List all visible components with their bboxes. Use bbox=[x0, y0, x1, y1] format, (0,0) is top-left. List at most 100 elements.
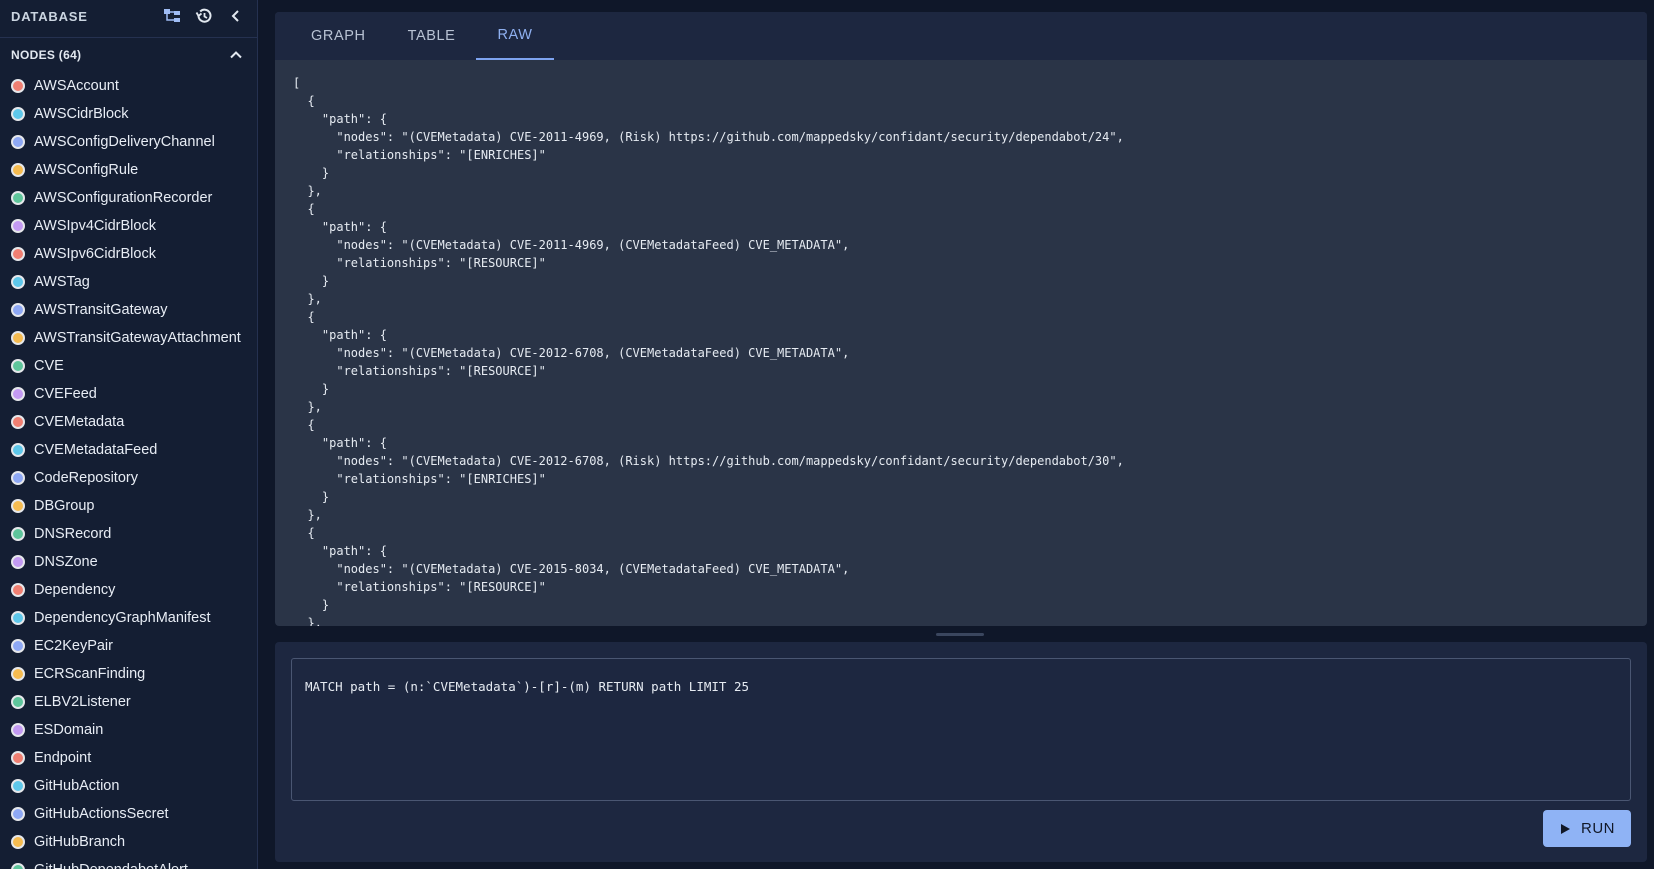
node-item[interactable]: AWSConfigDeliveryChannel bbox=[0, 128, 257, 156]
query-editor[interactable]: MATCH path = (n:`CVEMetadata`)-[r]-(m) R… bbox=[291, 658, 1631, 801]
node-color-dot bbox=[11, 863, 25, 869]
node-label: ECRScanFinding bbox=[34, 666, 146, 682]
database-sidebar: DATABASE NODES (64) AWSAccount AWSCidrBlo… bbox=[0, 0, 258, 869]
node-label: DependencyGraphManifest bbox=[34, 610, 211, 626]
node-item[interactable]: AWSTransitGatewayAttachment bbox=[0, 324, 257, 352]
node-color-dot bbox=[11, 247, 25, 261]
node-item[interactable]: CVEFeed bbox=[0, 380, 257, 408]
node-item[interactable]: AWSIpv6CidrBlock bbox=[0, 240, 257, 268]
node-label: Dependency bbox=[34, 582, 116, 598]
node-item[interactable]: CVEMetadata bbox=[0, 408, 257, 436]
node-label: AWSConfigRule bbox=[34, 162, 139, 178]
node-color-dot bbox=[11, 331, 25, 345]
node-color-dot bbox=[11, 639, 25, 653]
node-item[interactable]: DNSZone bbox=[0, 548, 257, 576]
node-label: AWSConfigDeliveryChannel bbox=[34, 134, 215, 150]
node-item[interactable]: DependencyGraphManifest bbox=[0, 604, 257, 632]
node-item[interactable]: Endpoint bbox=[0, 744, 257, 772]
tab-raw[interactable]: RAW bbox=[476, 12, 554, 60]
nodes-section-header[interactable]: NODES (64) bbox=[0, 38, 257, 72]
node-color-dot bbox=[11, 387, 25, 401]
node-color-dot bbox=[11, 723, 25, 737]
node-color-dot bbox=[11, 667, 25, 681]
play-icon bbox=[1561, 823, 1570, 834]
node-label: CVEMetadataFeed bbox=[34, 442, 158, 458]
history-icon[interactable] bbox=[194, 6, 214, 26]
node-color-dot bbox=[11, 611, 25, 625]
node-label: CVEMetadata bbox=[34, 414, 125, 430]
node-color-dot bbox=[11, 275, 25, 289]
node-color-dot bbox=[11, 443, 25, 457]
node-color-dot bbox=[11, 191, 25, 205]
node-label: Endpoint bbox=[34, 750, 92, 766]
node-item[interactable]: GitHubAction bbox=[0, 772, 257, 800]
node-color-dot bbox=[11, 471, 25, 485]
run-label: RUN bbox=[1581, 820, 1615, 837]
node-color-dot bbox=[11, 415, 25, 429]
node-color-dot bbox=[11, 835, 25, 849]
node-color-dot bbox=[11, 695, 25, 709]
node-label: DNSZone bbox=[34, 554, 98, 570]
nodes-section-title: NODES (64) bbox=[11, 48, 82, 62]
node-item[interactable]: CVEMetadataFeed bbox=[0, 436, 257, 464]
node-label: AWSConfigurationRecorder bbox=[34, 190, 213, 206]
schema-icon[interactable] bbox=[162, 6, 182, 26]
tab-table[interactable]: TABLE bbox=[387, 12, 477, 60]
node-color-dot bbox=[11, 555, 25, 569]
node-color-dot bbox=[11, 583, 25, 597]
node-label: GitHubBranch bbox=[34, 834, 126, 850]
node-item[interactable]: ECRScanFinding bbox=[0, 660, 257, 688]
node-item[interactable]: GitHubActionsSecret bbox=[0, 800, 257, 828]
node-item[interactable]: ESDomain bbox=[0, 716, 257, 744]
node-label: GitHubAction bbox=[34, 778, 120, 794]
node-label: AWSTransitGateway bbox=[34, 302, 168, 318]
chevron-up-icon[interactable] bbox=[226, 45, 246, 65]
node-item[interactable]: AWSCidrBlock bbox=[0, 100, 257, 128]
panel-resize-handle[interactable] bbox=[936, 633, 984, 636]
node-label: GitHubActionsSecret bbox=[34, 806, 169, 822]
node-item[interactable]: Dependency bbox=[0, 576, 257, 604]
node-label: CVEFeed bbox=[34, 386, 97, 402]
node-color-dot bbox=[11, 79, 25, 93]
node-label: ELBV2Listener bbox=[34, 694, 131, 710]
tab-graph[interactable]: GRAPH bbox=[290, 12, 387, 60]
query-panel: MATCH path = (n:`CVEMetadata`)-[r]-(m) R… bbox=[275, 642, 1647, 862]
node-label: AWSIpv6CidrBlock bbox=[34, 246, 156, 262]
node-label: AWSAccount bbox=[34, 78, 119, 94]
node-color-dot bbox=[11, 303, 25, 317]
node-item[interactable]: CVE bbox=[0, 352, 257, 380]
node-label: CVE bbox=[34, 358, 64, 374]
raw-json-output[interactable]: [ { "path": { "nodes": "(CVEMetadata) CV… bbox=[275, 60, 1647, 626]
node-item[interactable]: CodeRepository bbox=[0, 464, 257, 492]
node-color-dot bbox=[11, 807, 25, 821]
node-item[interactable]: AWSAccount bbox=[0, 72, 257, 100]
node-item[interactable]: AWSConfigRule bbox=[0, 156, 257, 184]
node-label: AWSIpv4CidrBlock bbox=[34, 218, 156, 234]
node-label: AWSCidrBlock bbox=[34, 106, 129, 122]
results-panel: GRAPH TABLE RAW [ { "path": { "nodes": "… bbox=[275, 12, 1647, 626]
node-item[interactable]: AWSTransitGateway bbox=[0, 296, 257, 324]
node-color-dot bbox=[11, 751, 25, 765]
node-label: CodeRepository bbox=[34, 470, 138, 486]
node-label: GitHubDependabotAlert bbox=[34, 862, 188, 869]
run-button[interactable]: RUN bbox=[1543, 810, 1631, 847]
node-item[interactable]: DBGroup bbox=[0, 492, 257, 520]
node-color-dot bbox=[11, 107, 25, 121]
chevron-left-icon[interactable] bbox=[226, 6, 246, 26]
node-item[interactable]: ELBV2Listener bbox=[0, 688, 257, 716]
node-item[interactable]: DNSRecord bbox=[0, 520, 257, 548]
node-item[interactable]: EC2KeyPair bbox=[0, 632, 257, 660]
result-tabs: GRAPH TABLE RAW bbox=[275, 12, 1647, 60]
node-item[interactable]: GitHubBranch bbox=[0, 828, 257, 856]
node-color-dot bbox=[11, 219, 25, 233]
node-color-dot bbox=[11, 499, 25, 513]
node-item[interactable]: GitHubDependabotAlert bbox=[0, 856, 257, 869]
node-label: AWSTag bbox=[34, 274, 90, 290]
node-color-dot bbox=[11, 135, 25, 149]
node-item[interactable]: AWSIpv4CidrBlock bbox=[0, 212, 257, 240]
node-list: AWSAccount AWSCidrBlock AWSConfigDeliveryC… bbox=[0, 72, 257, 869]
sidebar-header: DATABASE bbox=[0, 0, 257, 32]
node-item[interactable]: AWSTag bbox=[0, 268, 257, 296]
node-item[interactable]: AWSConfigurationRecorder bbox=[0, 184, 257, 212]
node-color-dot bbox=[11, 359, 25, 373]
